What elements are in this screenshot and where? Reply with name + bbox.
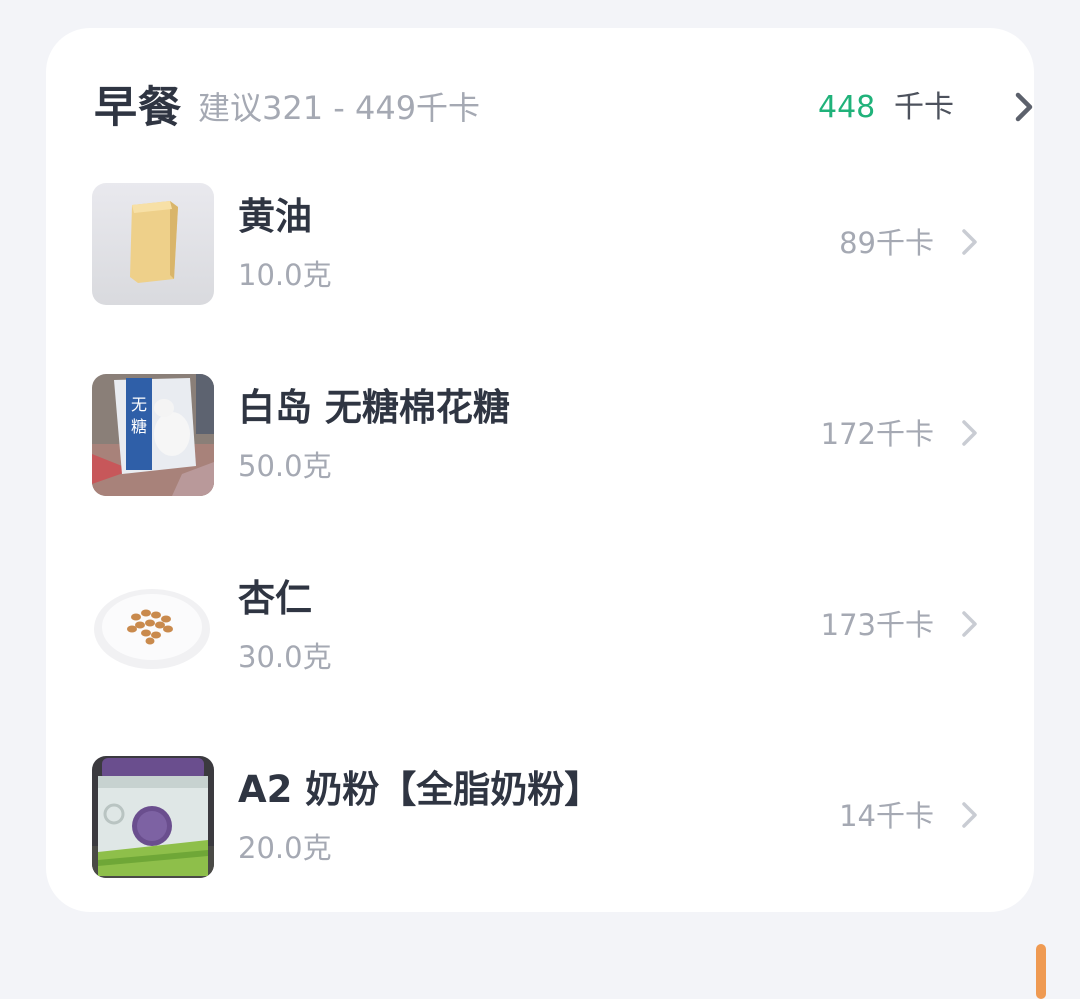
food-name: 黄油 <box>238 195 312 238</box>
food-name: 杏仁 <box>238 577 312 620</box>
food-weight: 20.0克 <box>238 831 332 865</box>
food-kcal: 173千卡 <box>820 608 934 642</box>
scroll-indicator[interactable] <box>1036 944 1046 999</box>
meal-title: 早餐 <box>94 83 182 133</box>
butter-thumbnail <box>92 183 214 305</box>
food-kcal: 172千卡 <box>820 417 934 451</box>
food-kcal: 89千卡 <box>839 226 934 260</box>
meal-suggestion: 建议321 - 449千卡 <box>198 89 481 127</box>
meal-total-kcal: 448 <box>818 90 876 125</box>
chevron-right-icon[interactable] <box>958 227 980 257</box>
marshmallow-thumbnail: 无 糖 <box>92 374 214 496</box>
meal-card: 早餐 建议321 - 449千卡 448 千卡 黄油 10.0克 89千卡 无 … <box>46 28 1034 912</box>
chevron-right-icon[interactable] <box>958 800 980 830</box>
food-name: 白岛 无糖棉花糖 <box>238 386 510 429</box>
food-weight: 50.0克 <box>238 449 332 483</box>
food-weight: 30.0克 <box>238 640 332 674</box>
chevron-right-icon[interactable] <box>958 418 980 448</box>
food-name: A2 奶粉【全脂奶粉】 <box>238 768 602 811</box>
svg-text:糖: 糖 <box>131 417 147 436</box>
food-item-marshmallow[interactable]: 无 糖 白岛 无糖棉花糖 50.0克 172千卡 <box>92 374 992 496</box>
food-item-milk-powder[interactable]: A2 奶粉【全脂奶粉】 20.0克 14千卡 <box>92 756 992 878</box>
meal-header[interactable]: 早餐 建议321 - 449千卡 448 千卡 <box>94 80 1033 136</box>
food-item-butter[interactable]: 黄油 10.0克 89千卡 <box>92 183 992 305</box>
food-weight: 10.0克 <box>238 258 332 292</box>
chevron-right-icon[interactable] <box>958 609 980 639</box>
food-kcal: 14千卡 <box>839 799 934 833</box>
meal-total-unit: 千卡 <box>894 90 954 125</box>
food-item-almonds[interactable]: 杏仁 30.0克 173千卡 <box>92 565 992 687</box>
almonds-thumbnail <box>92 565 214 687</box>
svg-text:无: 无 <box>131 395 147 414</box>
milk-powder-thumbnail <box>92 756 214 878</box>
chevron-right-icon[interactable] <box>1010 90 1038 124</box>
